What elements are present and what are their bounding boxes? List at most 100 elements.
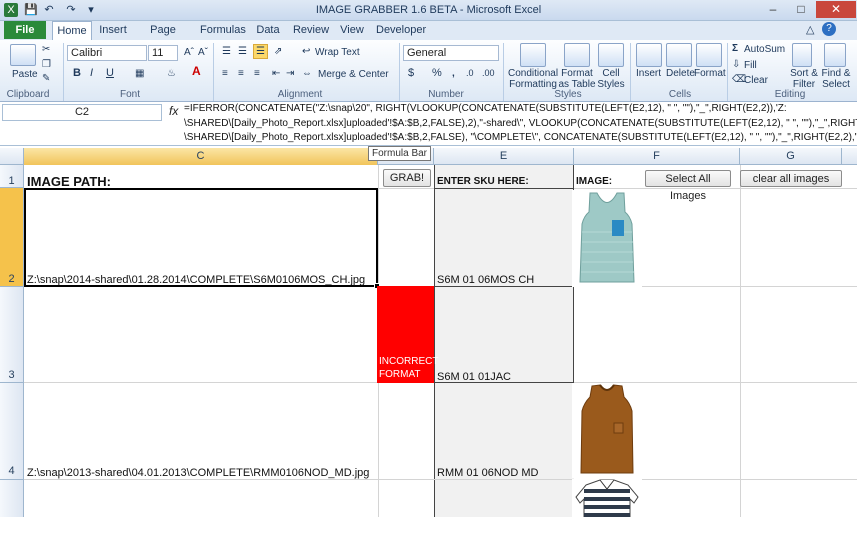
fx-icon[interactable]: fx [169,104,183,118]
delete-cells-icon[interactable] [666,43,692,67]
product-image-striped-polo[interactable] [572,479,642,517]
column-header-f[interactable]: F [574,148,740,165]
grow-font-icon[interactable]: Aˆ [184,47,194,58]
wrap-text-icon[interactable]: ↩ [302,46,310,57]
wrap-text-button[interactable]: Wrap Text [315,47,360,58]
tab-developer[interactable]: Developer [376,21,426,40]
align-top-icon[interactable]: ☰ [222,46,231,57]
format-cells-icon[interactable] [696,43,722,67]
copy-icon[interactable]: ❐ [42,59,51,70]
increase-indent-icon[interactable]: ⇥ [286,68,294,79]
row-header-4[interactable]: 4 [0,383,24,480]
underline-button[interactable]: U [106,68,114,79]
decrease-decimal-icon[interactable]: .00 [482,68,495,79]
select-all-images-button[interactable]: Select All Images [645,170,731,202]
format-as-table-icon[interactable] [564,43,590,67]
insert-cells-icon[interactable] [636,43,662,67]
delete-cells-button[interactable]: Delete [666,68,695,79]
cell-c1[interactable]: IMAGE PATH: [27,174,111,189]
minimize-button[interactable]: – [760,1,786,18]
grab-button[interactable]: GRAB! [383,169,431,187]
select-all-corner[interactable] [0,148,24,165]
align-bottom-icon[interactable]: ☰ [253,44,268,59]
tab-data[interactable]: Data [254,21,282,40]
cell-c2[interactable]: Z:\snap\2014-shared\01.28.2014\COMPLETE\… [27,274,365,286]
row-header-3[interactable]: 3 [0,287,24,383]
italic-button[interactable]: I [90,68,93,79]
product-image-tank-top[interactable] [572,190,642,287]
decrease-indent-icon[interactable]: ⇤ [272,68,280,79]
row-header-5[interactable] [0,480,24,517]
cell-styles-icon[interactable] [598,43,624,67]
tab-file[interactable]: File [4,21,46,39]
merge-center-button[interactable]: Merge & Center [318,69,389,80]
tab-home[interactable]: Home [52,21,92,40]
paste-icon[interactable] [10,44,36,66]
insert-cells-button[interactable]: Insert [636,68,661,79]
tab-insert[interactable]: Insert [96,21,130,40]
cell-f1[interactable]: IMAGE: [576,176,612,187]
comma-icon[interactable]: , [452,68,455,79]
currency-icon[interactable]: $ [408,68,414,79]
error-cell-d3[interactable]: INCORRECT FORMAT [377,286,438,383]
row-header-2[interactable]: 2 [0,188,24,287]
font-size-select[interactable]: 11 [148,45,178,61]
orientation-icon[interactable]: ⇗ [274,46,282,57]
cell-c4[interactable]: Z:\snap\2013-shared\04.01.2013\COMPLETE\… [27,467,369,479]
font-color-icon[interactable]: A [192,65,201,77]
clear-button[interactable]: Clear [744,75,768,86]
conditional-formatting-icon[interactable] [520,43,546,67]
row-header-1[interactable]: 1 [0,165,24,188]
ribbon-minimize-icon[interactable]: △ [806,23,814,36]
format-painter-icon[interactable]: ✎ [42,73,50,84]
font-name-select[interactable]: Calibri [67,45,147,61]
fill-icon[interactable]: ⇩ [732,59,740,70]
autosum-icon[interactable]: Σ [732,43,738,54]
maximize-button[interactable]: □ [788,1,814,18]
format-cells-button[interactable]: Format [694,68,726,79]
autosum-button[interactable]: AutoSum [744,44,785,55]
cell-e3[interactable]: S6M 01 01JAC [437,371,511,383]
clear-all-images-button[interactable]: clear all images [740,170,842,187]
find-select-button[interactable]: Find & Select [820,68,852,90]
column-header-g[interactable]: G [740,148,842,165]
borders-icon[interactable]: ▦ [135,68,144,79]
number-format-select[interactable]: General [403,45,499,61]
close-button[interactable]: ✕ [816,1,856,18]
align-middle-icon[interactable]: ☰ [238,46,247,57]
increase-decimal-icon[interactable]: .0 [466,68,474,79]
cell-styles-button[interactable]: Cell Styles [596,68,626,90]
align-center-icon[interactable]: ≡ [238,68,244,79]
merge-icon[interactable]: ⇔ [302,68,312,79]
cell-e1[interactable]: ENTER SKU HERE: [437,176,529,187]
selected-cell-c2[interactable] [24,188,378,287]
conditional-formatting-button[interactable]: Conditional Formatting [508,68,558,90]
cell-e2[interactable]: S6M 01 06MOS CH [437,274,534,286]
name-box[interactable]: C2 [2,104,162,121]
sort-filter-button[interactable]: Sort & Filter [790,68,818,90]
align-right-icon[interactable]: ≡ [254,68,260,79]
paste-button[interactable]: Paste [12,69,38,80]
cell-label: Cell [602,68,620,79]
bold-button[interactable]: B [73,68,81,79]
tab-formulas[interactable]: Formulas [200,21,246,40]
cell-label-2: Styles [597,79,625,90]
tab-review[interactable]: Review [292,21,330,40]
align-left-icon[interactable]: ≡ [222,68,228,79]
format-as-table-button[interactable]: Format as Table [558,68,596,90]
cut-icon[interactable]: ✂ [42,44,50,55]
formula-input[interactable]: =IFERROR(CONCATENATE("Z:\snap\20", RIGHT… [184,102,857,146]
cell-e4[interactable]: RMM 01 06NOD MD [437,467,538,479]
column-header-c[interactable]: C [24,148,378,165]
column-header-e[interactable]: E [434,148,574,165]
fill-color-icon[interactable]: ♨ [167,68,176,79]
help-icon[interactable]: ? [822,22,836,36]
tab-page-layout[interactable]: Page Layout [136,21,190,55]
percent-icon[interactable]: % [432,68,442,79]
product-image-brown-tank[interactable] [572,383,642,478]
sort-filter-icon[interactable] [792,43,812,67]
tab-view[interactable]: View [338,21,366,40]
shrink-font-icon[interactable]: Aˇ [198,47,208,58]
fill-button[interactable]: Fill [744,60,757,71]
binoculars-icon[interactable] [824,43,846,67]
